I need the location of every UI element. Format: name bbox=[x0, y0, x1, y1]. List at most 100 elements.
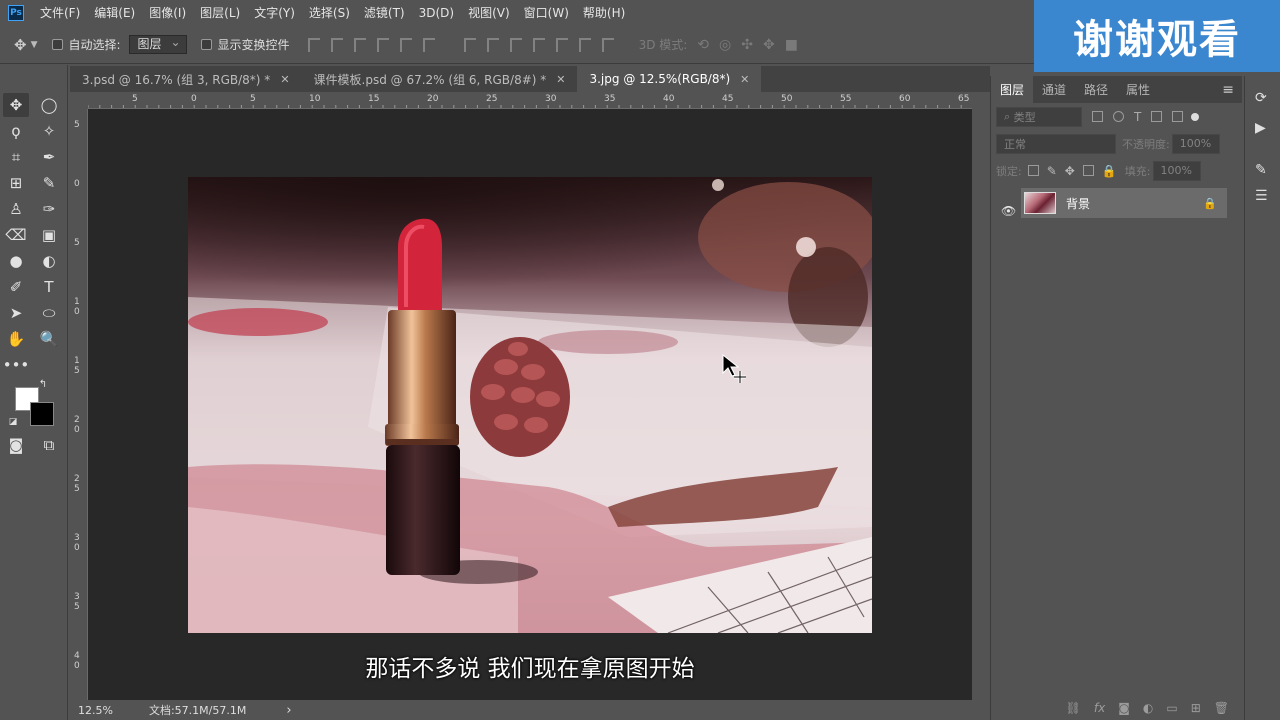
slide-3d-icon[interactable]: ✥ bbox=[763, 37, 775, 53]
hand-icon[interactable]: ✋ bbox=[3, 327, 29, 351]
tool-preset-caret-icon[interactable]: ▼ bbox=[31, 40, 38, 50]
default-colors-icon[interactable]: ◪ bbox=[6, 415, 20, 429]
menu-layer[interactable]: 图层(L) bbox=[200, 4, 240, 21]
ellipse-shape-icon[interactable]: ⬭ bbox=[36, 301, 62, 325]
adjustment-layer-icon[interactable]: ◐ bbox=[1143, 701, 1153, 715]
distribute-hcenter-icon[interactable] bbox=[555, 37, 568, 52]
canvas-area[interactable]: 那话不多说 我们现在拿原图开始 bbox=[88, 109, 972, 700]
actions-play-icon[interactable]: ▶ bbox=[1255, 120, 1266, 136]
lock-position-icon[interactable]: ✥ bbox=[1065, 164, 1075, 178]
filter-type-icon[interactable]: T bbox=[1134, 110, 1141, 124]
scale-3d-icon[interactable]: ■ bbox=[785, 37, 798, 53]
tab-paths[interactable]: 路径 bbox=[1075, 76, 1117, 103]
menu-type[interactable]: 文字(Y) bbox=[254, 4, 295, 21]
layer-row-background[interactable]: 背景 🔒 bbox=[1021, 188, 1227, 218]
new-group-icon[interactable]: ▭ bbox=[1166, 701, 1177, 715]
menu-view[interactable]: 视图(V) bbox=[468, 4, 510, 21]
menu-select[interactable]: 选择(S) bbox=[309, 4, 350, 21]
zoom-level[interactable]: 12.5% bbox=[78, 704, 113, 717]
distribute-left-icon[interactable] bbox=[532, 37, 545, 52]
lasso-icon[interactable]: ϙ bbox=[3, 119, 29, 143]
align-top-icon[interactable] bbox=[307, 37, 320, 52]
distribute-vcenter-icon[interactable] bbox=[486, 37, 499, 52]
close-icon[interactable]: ✕ bbox=[280, 73, 289, 86]
tab-channels[interactable]: 通道 bbox=[1033, 76, 1075, 103]
eyedropper-icon[interactable]: ✒ bbox=[36, 145, 62, 169]
filter-adjustment-icon[interactable] bbox=[1113, 111, 1124, 122]
filter-smart-icon[interactable] bbox=[1172, 111, 1184, 122]
crop-icon[interactable]: ⌗ bbox=[3, 145, 29, 169]
filter-shape-icon[interactable] bbox=[1151, 111, 1163, 122]
blur-icon[interactable]: ● bbox=[3, 249, 29, 273]
panel-menu-icon[interactable]: ≡ bbox=[1222, 82, 1234, 98]
opacity-input[interactable]: 100% bbox=[1171, 133, 1220, 154]
swap-colors-icon[interactable]: ↰ bbox=[36, 377, 50, 391]
eraser-icon[interactable]: ⌫ bbox=[3, 223, 29, 247]
screen-mode-icon[interactable]: ⧉ bbox=[36, 433, 62, 457]
history-brush-icon[interactable]: ✑ bbox=[36, 197, 62, 221]
close-icon[interactable]: ✕ bbox=[740, 73, 749, 86]
elliptical-marquee-icon[interactable]: ◯ bbox=[36, 93, 62, 117]
brush-icon[interactable]: ✎ bbox=[36, 171, 62, 195]
magic-wand-icon[interactable]: ✧ bbox=[36, 119, 62, 143]
show-transform-checkbox[interactable] bbox=[200, 39, 212, 50]
tab-properties[interactable]: 属性 bbox=[1117, 76, 1159, 103]
menu-3d[interactable]: 3D(D) bbox=[419, 6, 454, 20]
align-left-icon[interactable] bbox=[376, 37, 389, 52]
distribute-right-icon[interactable] bbox=[578, 37, 591, 52]
healing-brush-icon[interactable]: ⊞ bbox=[3, 171, 29, 195]
background-color-swatch[interactable] bbox=[30, 402, 54, 426]
add-mask-icon[interactable]: ◙ bbox=[1118, 701, 1130, 715]
roll-3d-icon[interactable]: ◎ bbox=[719, 37, 731, 53]
menu-window[interactable]: 窗口(W) bbox=[524, 4, 569, 21]
tab-layers[interactable]: 图层 bbox=[991, 76, 1034, 103]
dodge-icon[interactable]: ◐ bbox=[36, 249, 62, 273]
delete-layer-icon[interactable]: 🗑 bbox=[1214, 701, 1229, 715]
tab-doc-2[interactable]: 课件模板.psd @ 67.2% (组 6, RGB/8#) * ✕ bbox=[301, 66, 578, 92]
more-tools-icon[interactable]: ••• bbox=[3, 353, 30, 377]
status-menu-arrow-icon[interactable]: › bbox=[286, 703, 291, 718]
align-hcenter-icon[interactable] bbox=[399, 37, 412, 52]
path-selection-icon[interactable]: ➤ bbox=[3, 301, 29, 325]
distribute-top-icon[interactable] bbox=[463, 37, 476, 52]
menu-file[interactable]: 文件(F) bbox=[40, 4, 80, 21]
pan-3d-icon[interactable]: ✣ bbox=[741, 37, 753, 53]
move-tool-icon[interactable]: ✥ bbox=[14, 36, 27, 54]
new-layer-icon[interactable]: ⊞ bbox=[1191, 701, 1201, 715]
menu-edit[interactable]: 编辑(E) bbox=[94, 4, 135, 21]
lock-pixels-icon[interactable]: ✎ bbox=[1047, 164, 1057, 178]
distribute-bottom-icon[interactable] bbox=[509, 37, 522, 52]
document-image[interactable] bbox=[188, 177, 872, 633]
menu-help[interactable]: 帮助(H) bbox=[583, 4, 625, 21]
auto-align-icon[interactable] bbox=[601, 37, 614, 52]
visibility-eye-icon[interactable]: 👁 bbox=[1001, 204, 1016, 218]
adjustments-panel-icon[interactable]: ☰ bbox=[1255, 188, 1268, 204]
auto-select-checkbox[interactable] bbox=[51, 39, 63, 50]
menu-image[interactable]: 图像(I) bbox=[149, 4, 186, 21]
zoom-icon[interactable]: 🔍 bbox=[36, 327, 62, 351]
tab-doc-3[interactable]: 3.jpg @ 12.5%(RGB/8*) ✕ bbox=[577, 66, 762, 92]
layer-filter-dropdown[interactable]: ⌕ 类型 bbox=[996, 106, 1082, 127]
menu-filter[interactable]: 滤镜(T) bbox=[364, 4, 405, 21]
fill-input[interactable]: 100% bbox=[1152, 160, 1201, 181]
gradient-icon[interactable]: ▣ bbox=[36, 223, 62, 247]
auto-select-dropdown[interactable]: 图层 bbox=[128, 34, 187, 54]
tab-doc-1[interactable]: 3.psd @ 16.7% (组 3, RGB/8*) * ✕ bbox=[70, 66, 302, 92]
filter-pixel-icon[interactable] bbox=[1092, 111, 1103, 122]
brush-panel-icon[interactable]: ✎ bbox=[1255, 162, 1267, 178]
orbit-3d-icon[interactable]: ⟲ bbox=[697, 37, 709, 53]
link-layers-icon[interactable]: ⛓ bbox=[1066, 701, 1081, 715]
lock-transparent-icon[interactable] bbox=[1027, 165, 1039, 176]
filter-toggle[interactable] bbox=[1191, 112, 1200, 121]
blend-mode-dropdown[interactable]: 正常 bbox=[996, 133, 1116, 154]
close-icon[interactable]: ✕ bbox=[556, 73, 565, 86]
clone-stamp-icon[interactable]: ♙ bbox=[3, 197, 29, 221]
align-vcenter-icon[interactable] bbox=[330, 37, 343, 52]
quick-mask-icon[interactable]: ◙ bbox=[3, 433, 29, 457]
move-tool-icon[interactable]: ✥ bbox=[3, 93, 29, 117]
lock-all-icon[interactable]: 🔒 bbox=[1102, 164, 1117, 178]
align-bottom-icon[interactable] bbox=[353, 37, 366, 52]
align-right-icon[interactable] bbox=[422, 37, 435, 52]
pen-icon[interactable]: ✐ bbox=[3, 275, 29, 299]
layer-style-icon[interactable]: fx bbox=[1094, 701, 1105, 715]
